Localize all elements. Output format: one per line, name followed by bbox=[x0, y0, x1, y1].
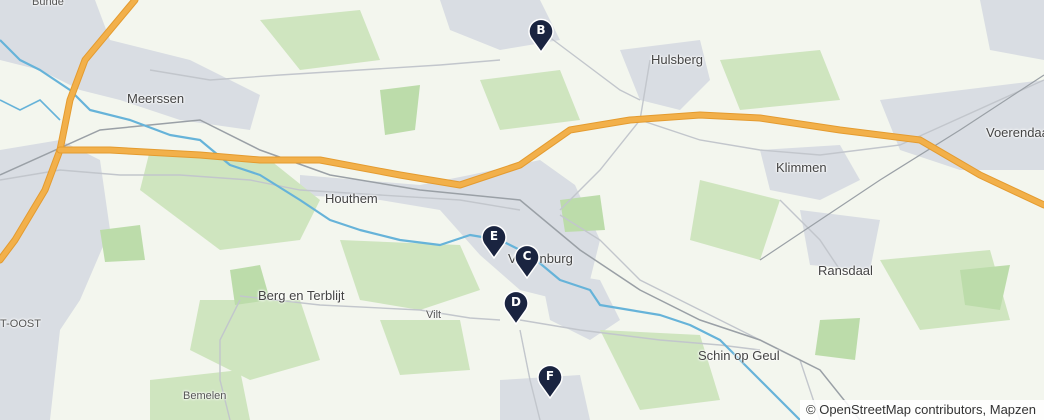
place-label-schin-op-geul: Schin op Geul bbox=[698, 348, 780, 363]
map-marker-c[interactable]: C bbox=[513, 243, 541, 279]
urban-areas bbox=[0, 0, 1044, 420]
map-marker-d[interactable]: D bbox=[502, 289, 530, 325]
place-label-voerendaal: Voerendaal bbox=[986, 125, 1044, 140]
marker-label: B bbox=[536, 23, 546, 37]
place-label-meerssen: Meerssen bbox=[127, 91, 185, 106]
map-base-layer bbox=[0, 0, 1044, 420]
marker-label: C bbox=[522, 249, 532, 263]
map-marker-f[interactable]: F bbox=[536, 363, 564, 399]
place-label-berg-en-terblijt: Berg en Terblijt bbox=[258, 288, 345, 303]
map-canvas[interactable]: Bunde Meerssen Hulsberg Voerendaal Klimm… bbox=[0, 0, 1044, 420]
place-label-bunde: Bunde bbox=[32, 0, 64, 8]
place-label-ransdaal: Ransdaal bbox=[818, 263, 873, 278]
place-label-vilt: Vilt bbox=[426, 309, 442, 321]
marker-label: F bbox=[545, 369, 555, 383]
place-label-hulsberg: Hulsberg bbox=[651, 52, 704, 67]
place-label-houthem: Houthem bbox=[325, 191, 378, 206]
map-marker-b[interactable]: B bbox=[527, 17, 555, 53]
place-label-klimmen: Klimmen bbox=[776, 160, 827, 175]
river-maas-branch bbox=[0, 99, 61, 121]
marker-label: E bbox=[489, 229, 499, 243]
map-attribution[interactable]: © OpenStreetMap contributors, Mapzen bbox=[800, 400, 1044, 420]
place-label-oost: T-OOST bbox=[0, 318, 41, 330]
map-marker-e[interactable]: E bbox=[480, 223, 508, 259]
marker-label: D bbox=[511, 295, 521, 309]
place-label-bemelen: Bemelen bbox=[183, 390, 227, 402]
